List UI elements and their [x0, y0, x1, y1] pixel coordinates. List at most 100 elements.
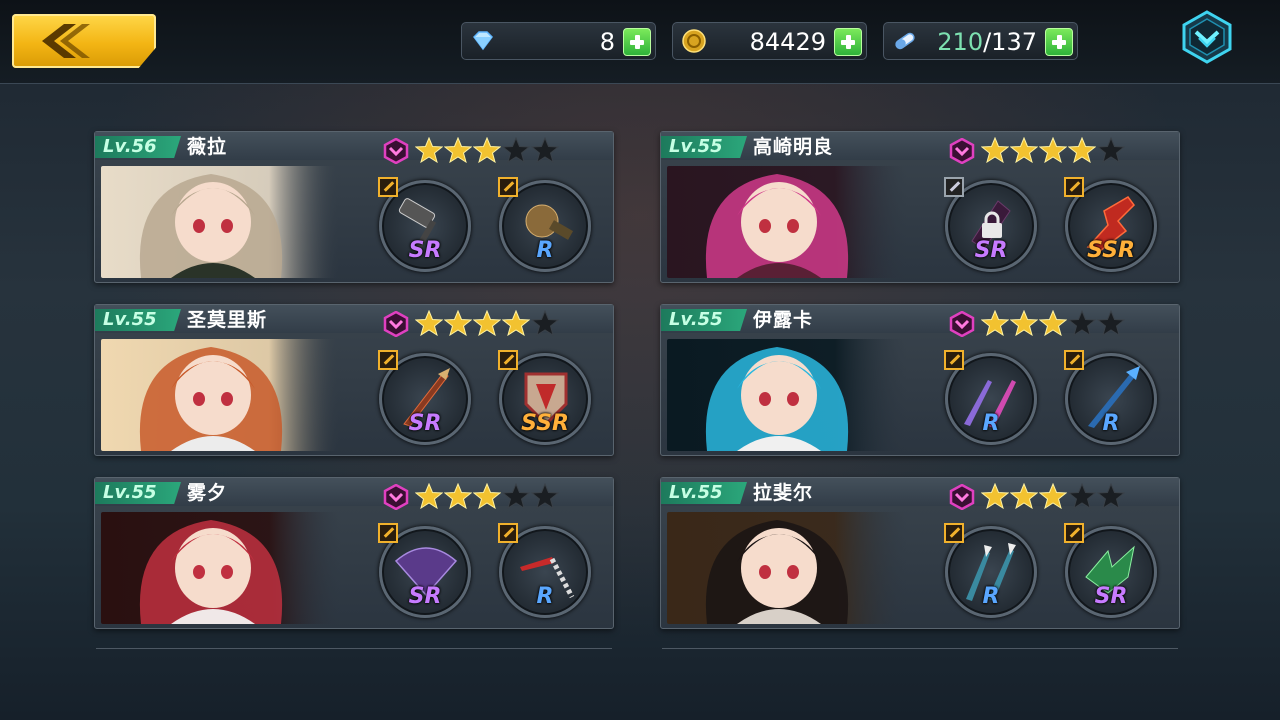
star-filled-icon: [444, 137, 472, 163]
rank-chevron-icon: [949, 311, 975, 337]
rank-chevron-icon: [383, 138, 409, 164]
star-rating: [415, 483, 560, 509]
card-header: Lv.55 圣莫里斯: [95, 305, 613, 337]
character-portrait: [667, 339, 907, 451]
character-card[interactable]: Lv.55 雾夕 SR R: [94, 477, 614, 629]
level-badge: Lv.55: [95, 482, 181, 504]
weapon-rarity-label: SR: [1094, 584, 1128, 609]
character-portrait: [101, 166, 341, 278]
character-card[interactable]: Lv.55 拉斐尔 R SR: [660, 477, 1180, 629]
character-card[interactable]: Lv.55 高崎明良 SR SSR: [660, 131, 1180, 283]
star-rating: [981, 137, 1126, 163]
gold-coin-icon: [682, 29, 706, 53]
weapon-slot[interactable]: SR: [378, 523, 471, 618]
star-filled-icon: [1010, 310, 1038, 336]
weapon-rarity-label: R: [536, 584, 554, 609]
weapon-slot[interactable]: SR: [378, 177, 471, 272]
weapon-slot[interactable]: R: [498, 177, 591, 272]
character-portrait: [101, 339, 341, 451]
level-badge: Lv.55: [661, 309, 747, 331]
character-card[interactable]: Lv.56 薇拉 SR R: [94, 131, 614, 283]
star-rating: [415, 137, 560, 163]
star-filled-icon: [473, 137, 501, 163]
weapon-slot[interactable]: SR: [378, 350, 471, 445]
back-button[interactable]: [12, 14, 156, 68]
diamond-counter: 8: [461, 22, 656, 60]
weapon-rarity-label: SR: [408, 411, 442, 436]
character-name: 雾夕: [187, 482, 228, 504]
star-empty-icon: [531, 137, 559, 163]
weapon-slot[interactable]: SR: [1064, 523, 1157, 618]
star-filled-icon: [1068, 137, 1096, 163]
card-header: Lv.56 薇拉: [95, 132, 613, 164]
rank-chevron-icon: [383, 484, 409, 510]
star-filled-icon: [1010, 137, 1038, 163]
weapon-slot[interactable]: R: [1064, 350, 1157, 445]
character-name: 拉斐尔: [753, 482, 814, 504]
star-filled-icon: [1039, 310, 1067, 336]
card-header: Lv.55 高崎明良: [661, 132, 1179, 164]
star-empty-icon: [1097, 310, 1125, 336]
star-empty-icon: [1068, 310, 1096, 336]
star-filled-icon: [444, 483, 472, 509]
rank-chevron-icon: [949, 138, 975, 164]
character-card[interactable]: Lv.55 伊露卡 R R: [660, 304, 1180, 456]
character-name: 伊露卡: [753, 309, 814, 331]
divider-left: [96, 648, 612, 649]
star-empty-icon: [502, 483, 530, 509]
weapon-slot[interactable]: R: [944, 350, 1037, 445]
character-name: 圣莫里斯: [187, 309, 268, 331]
stamina-count: 210/137: [937, 28, 1037, 56]
chevron-left-icon: [42, 24, 90, 58]
star-filled-icon: [473, 310, 501, 336]
weapon-rarity-label: SR: [974, 238, 1008, 263]
top-bar: 8 84429 210/137: [0, 0, 1280, 84]
star-filled-icon: [981, 310, 1009, 336]
menu-dropdown-button[interactable]: [1180, 10, 1234, 64]
gold-count: 84429: [749, 28, 826, 56]
character-portrait: [667, 512, 907, 624]
rank-chevron-icon: [383, 311, 409, 337]
star-rating: [415, 310, 560, 336]
weapon-rarity-label: R: [982, 411, 1000, 436]
star-filled-icon: [415, 137, 443, 163]
weapon-rarity-label: SSR: [521, 411, 569, 436]
rank-chevron-icon: [949, 484, 975, 510]
weapon-rarity-label: SR: [408, 238, 442, 263]
diamond-count: 8: [599, 28, 615, 56]
star-empty-icon: [1068, 483, 1096, 509]
star-filled-icon: [1039, 483, 1067, 509]
star-empty-icon: [502, 137, 530, 163]
star-filled-icon: [473, 483, 501, 509]
character-portrait: [101, 512, 341, 624]
divider-right: [662, 648, 1178, 649]
star-filled-icon: [415, 483, 443, 509]
diamond-icon: [473, 31, 493, 51]
weapon-rarity-label: SSR: [1087, 238, 1135, 263]
star-filled-icon: [415, 310, 443, 336]
weapon-slot[interactable]: R: [944, 523, 1037, 618]
card-header: Lv.55 雾夕: [95, 478, 613, 510]
stamina-counter: 210/137: [883, 22, 1078, 60]
star-rating: [981, 483, 1126, 509]
weapon-slot[interactable]: R: [498, 523, 591, 618]
add-gold-button[interactable]: [834, 28, 862, 56]
star-empty-icon: [1097, 137, 1125, 163]
character-portrait: [667, 166, 907, 278]
lock-icon: [982, 211, 1002, 238]
star-filled-icon: [981, 137, 1009, 163]
weapon-slot[interactable]: SSR: [498, 350, 591, 445]
weapon-slot[interactable]: SR: [944, 177, 1037, 272]
weapon-slot[interactable]: SSR: [1064, 177, 1157, 272]
level-badge: Lv.55: [661, 482, 747, 504]
character-card[interactable]: Lv.55 圣莫里斯 SR SSR: [94, 304, 614, 456]
card-header: Lv.55 拉斐尔: [661, 478, 1179, 510]
level-badge: Lv.55: [661, 136, 747, 158]
add-diamonds-button[interactable]: [623, 28, 651, 56]
star-empty-icon: [1097, 483, 1125, 509]
star-filled-icon: [1039, 137, 1067, 163]
add-stamina-button[interactable]: [1045, 28, 1073, 56]
weapon-rarity-label: SR: [408, 584, 442, 609]
character-name: 高崎明良: [753, 136, 834, 158]
card-header: Lv.55 伊露卡: [661, 305, 1179, 337]
